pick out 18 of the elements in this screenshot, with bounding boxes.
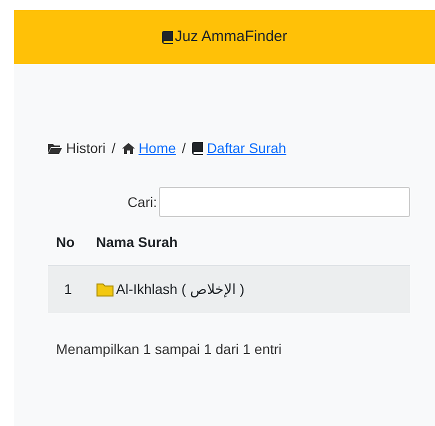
column-header: Nama Surah <box>88 221 410 265</box>
breadcrumb-link[interactable]: Home <box>138 138 176 159</box>
folder-icon <box>96 281 114 298</box>
breadcrumb-item: Histori <box>66 139 106 158</box>
home-icon <box>122 143 135 154</box>
surah-name[interactable]: Al-Ikhlash ( الإخلاص ) <box>116 278 244 300</box>
search-field[interactable] <box>159 187 410 217</box>
search-label: Cari: <box>127 192 157 212</box>
column-header: No <box>48 221 88 265</box>
breadcrumb-link[interactable]: Daftar Surah <box>206 138 286 159</box>
breadcrumb-separator: / <box>112 139 116 158</box>
folder-icon <box>48 143 62 154</box>
table-cell: 1 <box>48 265 88 313</box>
breadcrumb-separator: / <box>182 139 186 158</box>
book-icon <box>162 30 173 44</box>
table-info: Menampilkan 1 sampai 1 dari 1 entri <box>55 340 283 359</box>
brand-title[interactable]: Juz AmmaFinder <box>174 26 288 48</box>
book-icon <box>192 142 203 155</box>
